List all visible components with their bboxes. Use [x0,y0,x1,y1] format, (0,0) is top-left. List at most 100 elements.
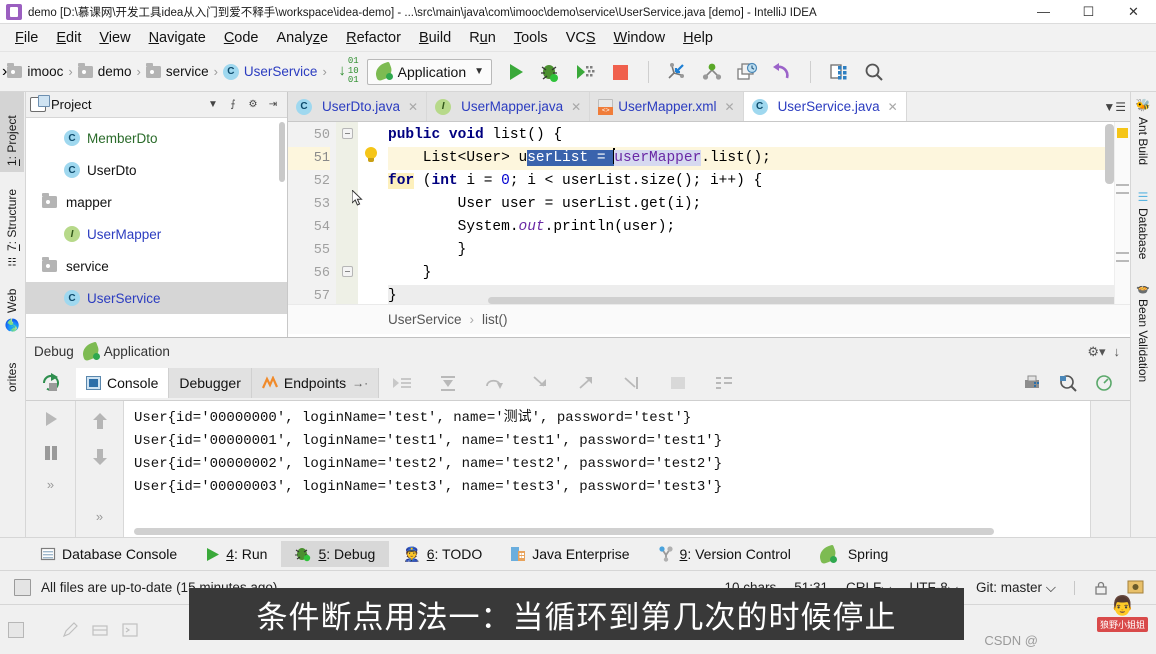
tab-userdto-java[interactable]: C UserDto.java ✕ [288,92,428,121]
tree-item-userdto[interactable]: C UserDto [26,154,287,186]
maximize-button[interactable]: ☐ [1066,0,1111,24]
close-icon[interactable]: ✕ [408,100,418,114]
sidebar-item-database[interactable]: ☰ Database [1131,184,1155,276]
pause-program-button[interactable] [41,443,61,463]
event-log-icon[interactable] [1127,579,1144,596]
rollback-icon[interactable] [769,59,795,85]
menu-build[interactable]: Build [410,28,460,48]
bottom-item-debug[interactable]: 5: Debug [281,541,390,567]
attach-debugger-icon[interactable] [664,59,690,85]
bottom-item-todo[interactable]: 👮 6: TODO [389,541,496,568]
search-everywhere-icon[interactable] [861,59,887,85]
update-project-icon[interactable] [734,59,760,85]
scroll-to-end-button[interactable] [425,374,471,392]
menu-help[interactable]: Help [674,28,722,48]
pencil-icon[interactable] [62,621,78,638]
close-icon[interactable]: ✕ [571,100,581,114]
tree-item-service-folder[interactable]: service [26,250,287,282]
tree-item-mapper-folder[interactable]: mapper [26,186,287,218]
terminal-icon[interactable] [122,622,138,638]
tab-debugger[interactable]: Debugger [169,367,252,398]
tab-list-icon[interactable]: ▼☰ [1103,100,1126,114]
intention-bulb-icon[interactable] [364,147,378,163]
close-icon[interactable]: ✕ [725,100,735,114]
menu-window[interactable]: Window [605,28,675,48]
gear-icon[interactable]: ⚙▾ [1087,344,1105,360]
menu-refactor[interactable]: Refactor [337,28,410,48]
project-scrollbar[interactable] [279,122,285,182]
step-out-button[interactable] [563,374,609,392]
settings-dial-icon[interactable] [1094,374,1114,392]
bottom-item-version-control[interactable]: 9: Version Control [644,541,805,567]
fold-gutter[interactable] [336,122,358,304]
menu-run[interactable]: Run [460,28,505,48]
breadcrumb-item-demo[interactable]: demo › [77,62,146,79]
bottom-item-spring[interactable]: Spring [805,541,902,567]
breadcrumb-class[interactable]: UserService [388,312,462,327]
hide-panel-button[interactable]: ⇥ [263,95,283,115]
rerun-button[interactable] [26,372,76,394]
fold-marker-icon[interactable] [342,266,353,277]
more-button[interactable]: » [96,509,103,524]
menu-tools[interactable]: Tools [505,28,557,48]
warning-marker[interactable] [1117,128,1128,138]
fold-marker-icon[interactable] [342,128,353,139]
step-into-button[interactable] [517,374,563,392]
breadcrumb-item-userservice[interactable]: C UserService › [222,63,332,80]
gear-icon[interactable]: ⚙ [243,95,263,115]
menu-file[interactable]: File [6,28,47,48]
sidebar-item-project[interactable]: 1: Project [0,92,24,172]
sidebar-item-bean-validation[interactable]: 🍲 Bean Validation [1131,276,1155,408]
run-button[interactable] [502,59,528,85]
profiler-icon[interactable] [699,59,725,85]
status-git-branch[interactable]: Git: master ⌵ [976,580,1056,596]
tab-usermapper-java[interactable]: I UserMapper.java ✕ [427,92,591,121]
sidebar-item-web[interactable]: 🌎 Web [0,272,24,338]
bottom-item-run[interactable]: 4: Run [191,541,281,567]
sidebar-item-structure[interactable]: ☷ 7: Structure [0,172,24,272]
tree-item-usermapper[interactable]: I UserMapper [26,218,287,250]
panel-toggle-icon[interactable] [8,621,24,638]
breadcrumb-item-service[interactable]: service › [145,62,223,79]
sidebar-item-favorites[interactable]: orites [0,338,24,398]
grid-icon[interactable] [92,622,108,638]
more-tabs-icon[interactable]: →· [352,376,368,390]
step-over-button[interactable] [471,374,517,392]
menu-analyze[interactable]: Analyze [268,28,338,48]
minimize-button[interactable]: — [1021,0,1066,24]
project-view-dropdown-button[interactable]: ▼ [203,95,223,115]
resume-program-button[interactable] [41,409,61,429]
sidebar-item-ant-build[interactable]: 🐝 Ant Build [1131,92,1155,184]
breadcrumb-method[interactable]: list() [482,312,508,327]
console-horizontal-scrollbar[interactable] [134,528,994,535]
breadcrumb-item-imooc[interactable]: imooc › [7,62,77,79]
hide-panel-button[interactable]: ↓ [1114,344,1121,360]
status-toggle-icon[interactable] [14,579,31,596]
code-editor[interactable]: 50 51 52 53 54 55 56 57 public void list… [288,122,1130,304]
collapse-all-button[interactable]: ⨍ [223,95,243,115]
close-button[interactable]: ✕ [1111,0,1156,24]
binary-toggle-icon[interactable]: ↓ 01 10 01 [338,56,359,85]
tab-userservice-java[interactable]: C UserService.java ✕ [743,92,907,121]
tree-item-userservice[interactable]: C UserService [26,282,287,314]
print-button[interactable] [1022,374,1042,392]
menu-vcs[interactable]: VCS [557,28,605,48]
evaluate-expression-button[interactable] [655,374,701,392]
run-configuration-selector[interactable]: Application ▼ [366,58,493,85]
menu-navigate[interactable]: Navigate [140,28,215,48]
run-with-coverage-button[interactable] [572,59,598,85]
menu-edit[interactable]: Edit [47,28,90,48]
code-text[interactable]: public void list() { List<User> userList… [388,122,1130,304]
bottom-item-java-enterprise[interactable]: Java Enterprise [496,541,643,567]
menu-code[interactable]: Code [215,28,268,48]
lock-icon[interactable] [1093,580,1109,596]
database-icon[interactable] [826,59,852,85]
editor-vertical-scrollbar[interactable] [1105,124,1114,184]
intention-gutter[interactable] [358,122,388,304]
run-to-cursor-button[interactable] [609,374,655,392]
editor-marker-bar[interactable] [1114,122,1130,304]
debug-button[interactable] [537,59,563,85]
trace-current-stream-button[interactable] [379,374,425,392]
menu-view[interactable]: View [90,28,139,48]
bottom-item-database-console[interactable]: Database Console [26,541,191,567]
